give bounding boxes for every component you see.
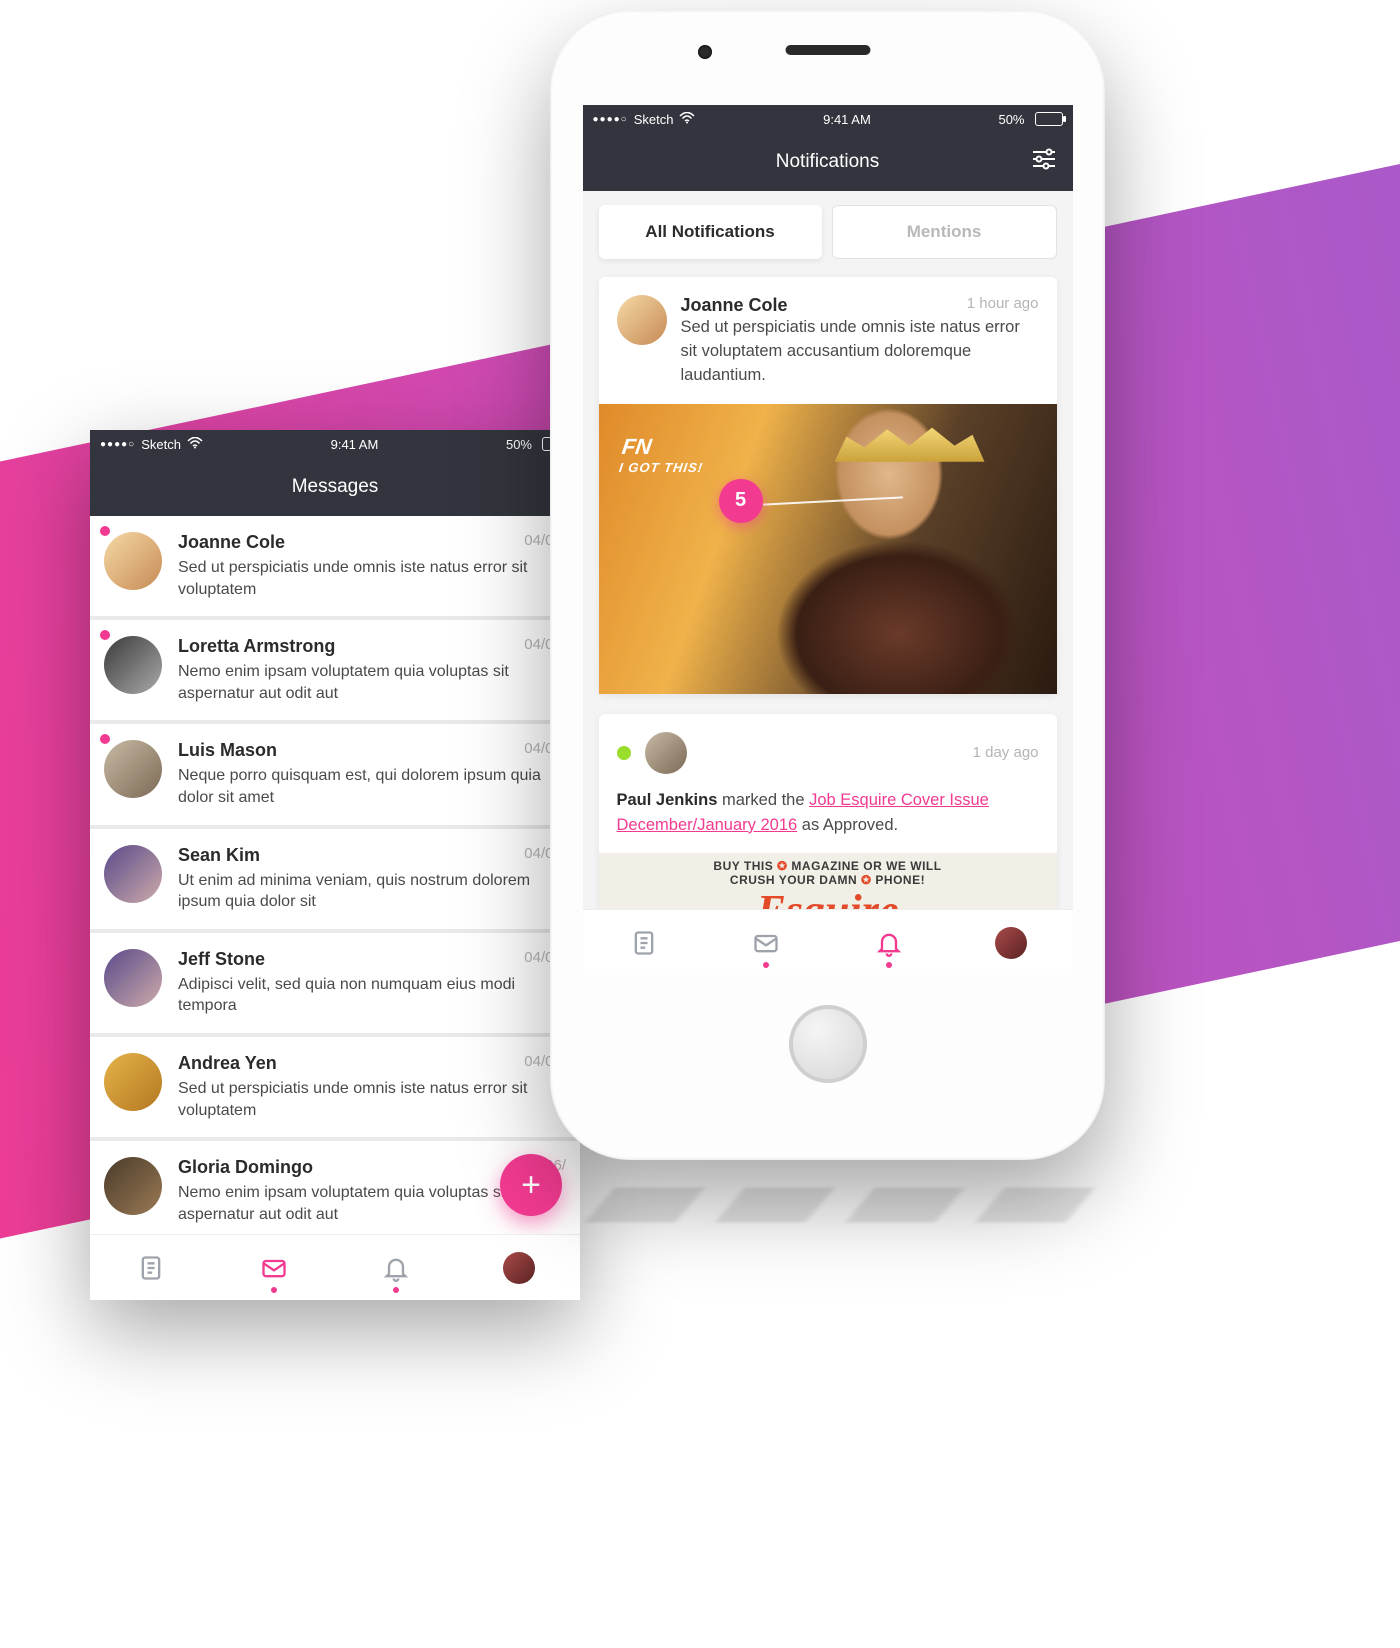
tab-bar	[90, 1234, 580, 1300]
carrier-label: Sketch	[634, 112, 674, 127]
message-row[interactable]: Jeff Stone Adipisci velit, sed quia non n…	[90, 933, 580, 1033]
message-preview: Sed ut perspiciatis unde omnis iste natu…	[178, 1078, 566, 1121]
phone-hardware-top	[550, 10, 1105, 105]
status-dot-approved	[617, 746, 631, 760]
message-row[interactable]: Andrea Yen Sed ut perspiciatis unde omnis…	[90, 1037, 580, 1137]
profile-avatar	[995, 927, 1027, 959]
avatar	[104, 532, 162, 590]
message-preview: Sed ut perspiciatis unde omnis iste natu…	[178, 557, 566, 600]
tab-notifications[interactable]	[859, 910, 919, 976]
notif-text: Sed ut perspiciatis unde omnis iste natu…	[681, 316, 1039, 388]
unread-dot	[100, 630, 110, 640]
notifications-header: Notifications	[583, 133, 1073, 191]
message-preview: Adipisci velit, sed quia non numquam eiu…	[178, 974, 566, 1017]
unread-dot	[100, 526, 110, 536]
camera-dot	[698, 45, 712, 59]
notif-image[interactable]: FN I GOT THIS! 5	[599, 404, 1057, 694]
header-title: Notifications	[776, 151, 880, 173]
avatar	[104, 1157, 162, 1215]
status-bar: ●●●●○ Sketch 9:41 AM 50%	[90, 430, 580, 458]
avatar	[104, 949, 162, 1007]
tab-profile[interactable]	[489, 1235, 549, 1301]
notification-card[interactable]: Joanne Cole 1 hour ago Sed ut perspiciat…	[599, 277, 1057, 694]
header-title: Messages	[292, 476, 379, 498]
battery-icon	[1031, 112, 1063, 126]
tab-documents[interactable]	[614, 910, 674, 976]
contact-name: Luis Mason	[178, 740, 566, 761]
plus-icon: +	[521, 1166, 541, 1205]
tab-notifications[interactable]	[366, 1235, 426, 1301]
bell-icon	[875, 929, 903, 957]
message-preview: Nemo enim ipsam voluptatem quia voluptas…	[178, 661, 566, 704]
avatar	[104, 845, 162, 903]
home-button[interactable]	[789, 1005, 867, 1083]
notif-time: 1 day ago	[973, 744, 1039, 761]
contact-name: Sean Kim	[178, 845, 566, 866]
unread-dot	[100, 734, 110, 744]
message-row[interactable]: Loretta Armstrong Nemo enim ipsam volupta…	[90, 620, 580, 720]
tab-bar	[583, 909, 1073, 975]
battery-pct: 50%	[506, 437, 532, 452]
clock: 9:41 AM	[331, 437, 379, 452]
clock: 9:41 AM	[823, 112, 871, 127]
contact-name: Joanne Cole	[178, 532, 566, 553]
profile-avatar	[503, 1252, 535, 1284]
avatar	[104, 636, 162, 694]
cover-tagline: CRUSH YOUR DAMN ✪ PHONE!	[730, 873, 925, 887]
notifications-screen: ●●●●○ Sketch 9:41 AM 50% Notifications	[583, 105, 1073, 975]
compose-fab[interactable]: +	[500, 1154, 562, 1216]
badge-dot	[763, 962, 769, 968]
tab-profile[interactable]	[981, 910, 1041, 976]
mail-icon	[752, 929, 780, 957]
tab-messages[interactable]	[244, 1235, 304, 1301]
message-row[interactable]: Joanne Cole Sed ut perspiciatis unde omni…	[90, 516, 580, 616]
status-bar: ●●●●○ Sketch 9:41 AM 50%	[583, 105, 1073, 133]
messages-phone: ●●●●○ Sketch 9:41 AM 50% Messages Joanne…	[90, 430, 580, 1300]
speaker-slit	[785, 45, 870, 55]
badge-dot	[393, 1287, 399, 1293]
message-preview: Neque porro quisquam est, qui dolorem ip…	[178, 765, 566, 808]
notifications-phone: ●●●●○ Sketch 9:41 AM 50% Notifications	[550, 10, 1105, 1160]
contact-name: Andrea Yen	[178, 1053, 566, 1074]
image-overlay-text: FN I GOT THIS!	[618, 434, 708, 475]
badge-dot	[271, 1287, 277, 1293]
signal-dots: ●●●●○	[593, 114, 628, 125]
comment-count-badge[interactable]: 5	[719, 479, 763, 523]
wifi-icon	[679, 112, 695, 127]
bell-icon	[382, 1254, 410, 1282]
document-icon	[630, 929, 658, 957]
avatar	[617, 295, 667, 345]
avatar	[104, 740, 162, 798]
messages-header: Messages	[90, 458, 580, 516]
badge-dot	[886, 962, 892, 968]
notification-tabs: All Notifications Mentions	[583, 191, 1073, 273]
notification-card[interactable]: 1 day ago Paul Jenkins marked the Job Es…	[599, 714, 1057, 934]
tab-all-notifications[interactable]: All Notifications	[599, 205, 822, 259]
tab-mentions[interactable]: Mentions	[832, 205, 1057, 259]
signal-dots: ●●●●○	[100, 439, 135, 450]
message-row[interactable]: Sean Kim Ut enim ad minima veniam, quis n…	[90, 829, 580, 929]
tab-messages[interactable]	[736, 910, 796, 976]
tab-documents[interactable]	[121, 1235, 181, 1301]
notif-author: Joanne Cole	[681, 295, 788, 316]
contact-name: Loretta Armstrong	[178, 636, 566, 657]
wifi-icon	[187, 437, 203, 452]
notif-activity-text: Paul Jenkins marked the Job Esquire Cove…	[617, 788, 1039, 838]
notif-time: 1 hour ago	[967, 295, 1039, 316]
filter-icon[interactable]	[1031, 148, 1057, 176]
avatar	[645, 732, 687, 774]
carrier-label: Sketch	[141, 437, 181, 452]
contact-name: Jeff Stone	[178, 949, 566, 970]
cover-tagline: BUY THIS ✪ MAGAZINE OR WE WILL	[713, 859, 941, 873]
battery-pct: 50%	[998, 112, 1024, 127]
mail-icon	[260, 1254, 288, 1282]
message-row[interactable]: Luis Mason Neque porro quisquam est, qui …	[90, 724, 580, 824]
message-preview: Ut enim ad minima veniam, quis nostrum d…	[178, 870, 566, 913]
notifications-feed: Joanne Cole 1 hour ago Sed ut perspiciat…	[583, 273, 1073, 975]
decorative-shadows	[560, 1170, 1120, 1290]
document-icon	[137, 1254, 165, 1282]
avatar	[104, 1053, 162, 1111]
